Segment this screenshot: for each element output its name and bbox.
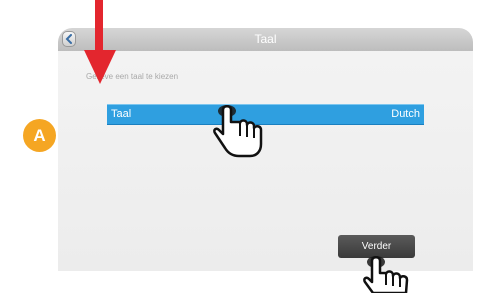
red-arrow-icon	[84, 0, 116, 84]
tap-hand-icon	[363, 256, 409, 293]
language-row-value: Dutch	[391, 108, 420, 120]
title-bar: Taal	[58, 28, 473, 51]
tap-hand-icon	[213, 105, 263, 158]
screenshot-canvas: Taal Gelieve een taal te kiezen Taal Dut…	[0, 0, 477, 293]
step-badge: A	[23, 119, 56, 152]
page-title: Taal	[254, 32, 277, 46]
language-row-label: Taal	[111, 108, 132, 120]
